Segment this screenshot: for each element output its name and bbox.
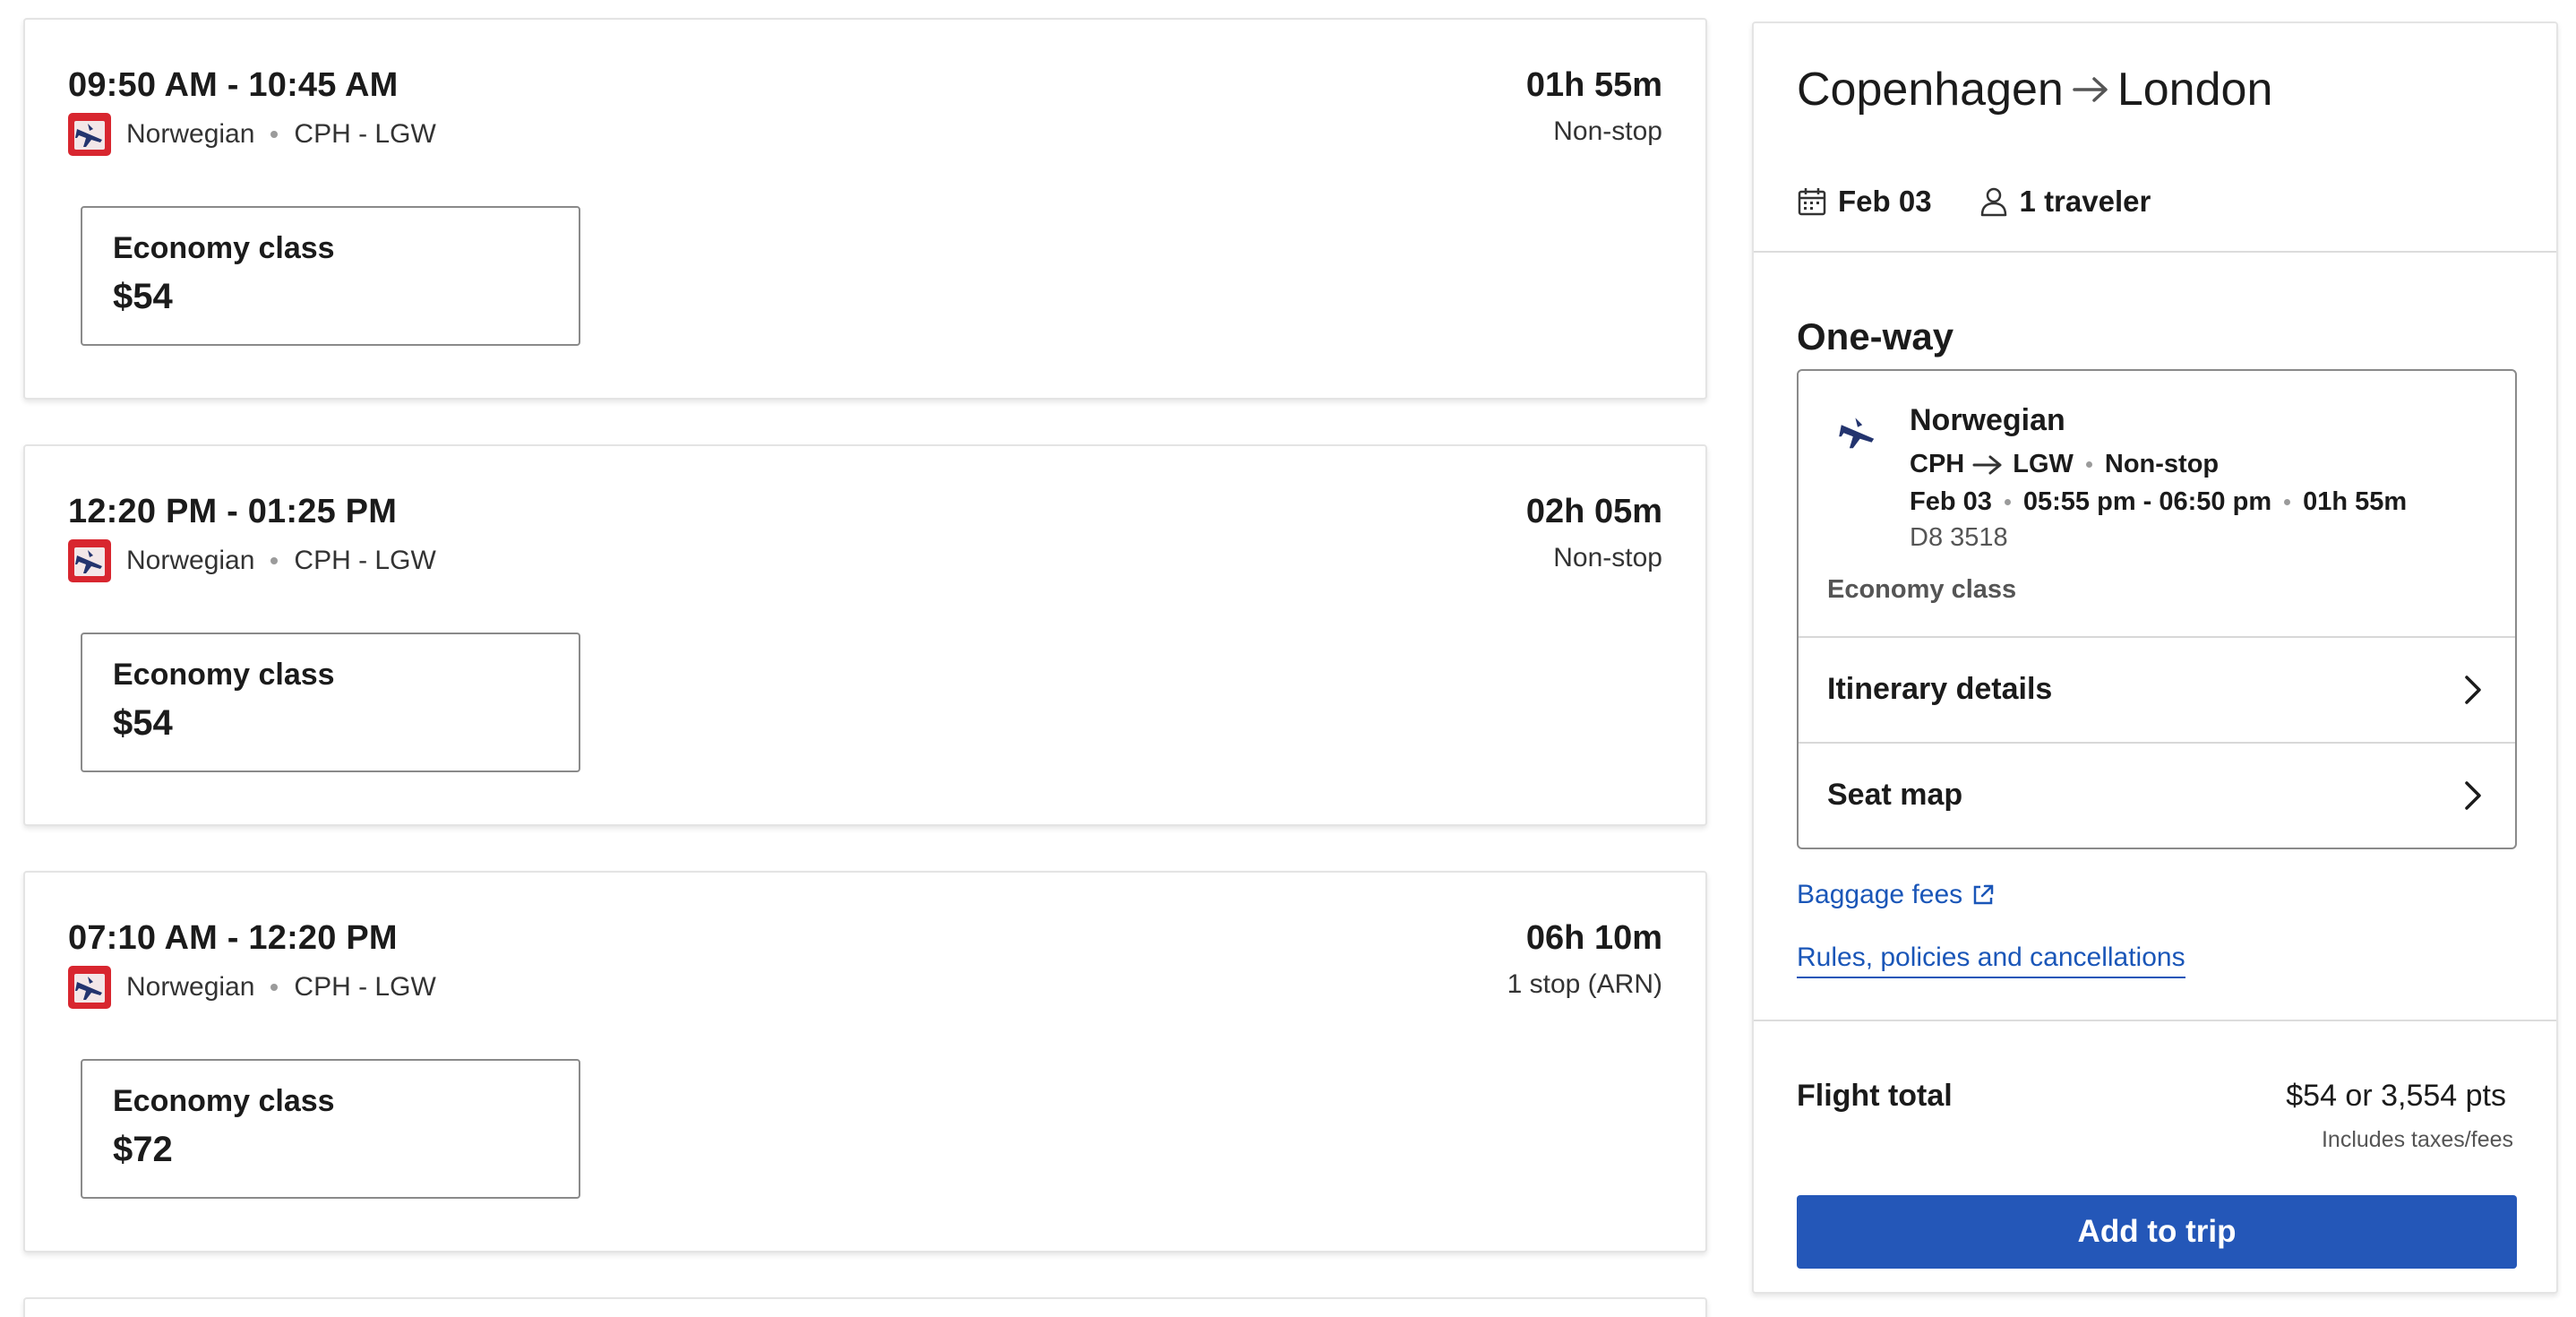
traveler-count: 1 traveler [2019, 185, 2151, 218]
fare-class-label: Economy class [113, 1084, 335, 1118]
flight-results-list: 09:50 AM - 10:45 AM Norwegian CPH - LGW … [23, 18, 1707, 1317]
separator-dot [2284, 499, 2291, 505]
route-code: CPH - LGW [294, 972, 436, 1002]
flight-duration: 02h 05m [1525, 493, 1662, 530]
itinerary-details-row[interactable]: Itinerary details [1799, 636, 2515, 740]
separator-dot [270, 984, 279, 991]
flight-times: 07:10 AM - 12:20 PM [68, 919, 398, 957]
fare-price: $54 [113, 703, 173, 743]
airline-name: Norwegian [126, 972, 255, 1002]
segment-fare-class: Economy class [1827, 575, 2017, 604]
arrow-right-icon [2073, 77, 2108, 102]
route-code: CPH - LGW [294, 546, 436, 575]
flight-stops: Non-stop [1553, 116, 1662, 146]
person-icon [1980, 187, 2006, 217]
seat-map-row[interactable]: Seat map [1799, 742, 2515, 846]
trip-date: Feb 03 [1838, 185, 1932, 218]
segment-date: Feb 03 [1910, 487, 1992, 516]
airline-name: Norwegian [126, 119, 255, 149]
destination-city: London [2117, 64, 2273, 116]
economy-fare-button[interactable]: Economy class $54 [81, 633, 580, 772]
economy-fare-button[interactable]: Economy class $72 [81, 1059, 580, 1199]
segment-duration: 01h 55m [2303, 487, 2408, 516]
flight-segment-card: Norwegian CPH LGW Non-stop Feb 03 05:55 … [1797, 369, 2517, 849]
flight-total-label: Flight total [1797, 1079, 1953, 1113]
flight-stops: Non-stop [1553, 543, 1662, 572]
separator-dot [2004, 499, 2011, 505]
flight-airline-route: Norwegian CPH - LGW [68, 966, 436, 1009]
flight-booking-page: 09:50 AM - 10:45 AM Norwegian CPH - LGW … [0, 0, 2576, 1317]
trip-type-heading: One-way [1797, 315, 1954, 357]
flight-number: D8 3518 [1910, 523, 2008, 552]
divider [1754, 1020, 2556, 1021]
fare-class-label: Economy class [113, 658, 335, 692]
segment-schedule: Feb 03 05:55 pm - 06:50 pm 01h 55m [1910, 487, 2407, 517]
flight-card[interactable]: 07:10 AM - 12:20 PM Norwegian CPH - LGW … [23, 871, 1707, 1252]
fare-class-label: Economy class [113, 231, 335, 265]
segment-airline: Norwegian [1910, 403, 2065, 437]
add-to-trip-button[interactable]: Add to trip [1797, 1195, 2517, 1269]
calendar-icon [1798, 188, 1826, 216]
route-code: CPH - LGW [294, 119, 436, 149]
flight-times: 09:50 AM - 10:45 AM [68, 66, 399, 104]
itinerary-details-label: Itinerary details [1827, 671, 2053, 706]
rules-policies-link[interactable]: Rules, policies and cancellations [1797, 943, 2185, 978]
divider [1754, 251, 2556, 253]
flight-duration: 01h 55m [1525, 66, 1662, 104]
segment-origin: CPH [1910, 450, 1965, 478]
flight-stops: 1 stop (ARN) [1507, 969, 1662, 999]
flight-card[interactable]: 12:20 PM - 01:25 PM Norwegian CPH - LGW … [23, 444, 1707, 826]
external-link-icon [1973, 884, 1994, 905]
flight-airline-route: Norwegian CPH - LGW [68, 539, 436, 582]
trip-route-heading: Copenhagen London [1797, 63, 2272, 116]
norwegian-logo-icon [68, 539, 111, 582]
flight-card[interactable] [23, 1297, 1707, 1317]
trip-meta: Feb 03 1 traveler [1797, 185, 2151, 219]
separator-dot [270, 131, 279, 138]
segment-time-range: 05:55 pm - 06:50 pm [2022, 487, 2272, 516]
flight-times: 12:20 PM - 01:25 PM [68, 493, 398, 530]
segment-destination: LGW [2013, 450, 2074, 478]
separator-dot [2085, 461, 2092, 468]
flight-airline-route: Norwegian CPH - LGW [68, 113, 436, 156]
norwegian-logo-icon [68, 113, 111, 156]
trip-summary-panel: Copenhagen London Feb 03 1 traveler One-… [1752, 22, 2558, 1294]
flight-card[interactable]: 09:50 AM - 10:45 AM Norwegian CPH - LGW … [23, 18, 1707, 400]
segment-stops: Non-stop [2104, 450, 2220, 478]
economy-fare-button[interactable]: Economy class $54 [81, 206, 580, 346]
arrow-right-icon [1972, 455, 2002, 474]
taxes-note: Includes taxes/fees [2321, 1127, 2513, 1152]
fare-price: $54 [113, 277, 173, 316]
separator-dot [270, 557, 279, 564]
flight-total-amount: $54 or 3,554 pts [2286, 1079, 2506, 1113]
baggage-fees-link[interactable]: Baggage fees [1797, 880, 1996, 910]
origin-city: Copenhagen [1797, 64, 2064, 116]
fare-price: $72 [113, 1130, 173, 1169]
chevron-right-icon [2465, 676, 2481, 704]
seat-map-label: Seat map [1827, 777, 1963, 812]
baggage-fees-label: Baggage fees [1797, 880, 1963, 909]
segment-route: CPH LGW Non-stop [1910, 450, 2219, 479]
airline-name: Norwegian [126, 546, 255, 575]
flight-duration: 06h 10m [1525, 919, 1662, 957]
norwegian-logo-icon [68, 966, 111, 1009]
chevron-right-icon [2465, 781, 2481, 810]
